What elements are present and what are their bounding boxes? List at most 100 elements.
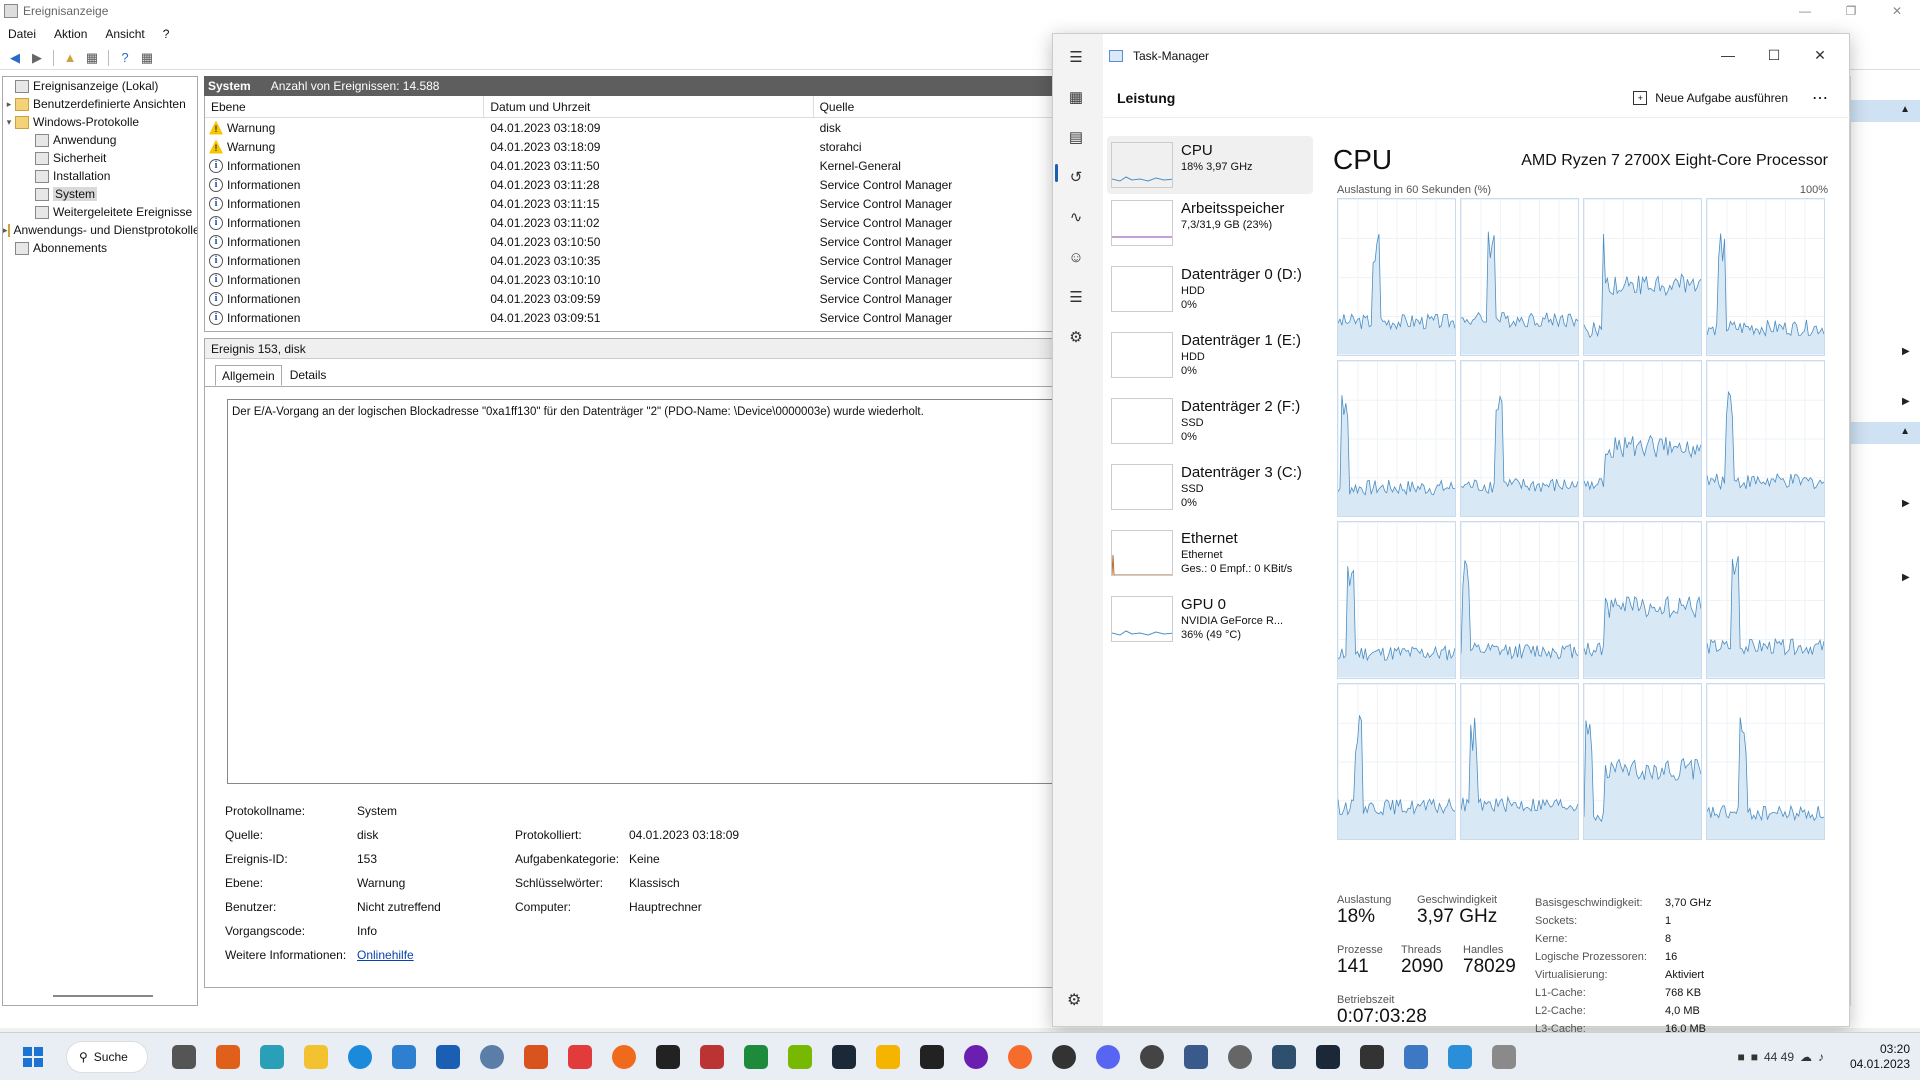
table-row[interactable]: i Informationen 04.01.2023 03:11:15 Service…	[205, 194, 1053, 213]
show-actions-icon[interactable]: ▦	[138, 49, 156, 67]
minimize-icon[interactable]: —	[1782, 0, 1828, 22]
table-row[interactable]: i Informationen 04.01.2023 03:10:50 Service…	[205, 232, 1053, 251]
help-icon[interactable]: ?	[116, 49, 134, 67]
steam-icon[interactable]	[1306, 1035, 1350, 1079]
minimize-icon[interactable]: —	[1705, 40, 1751, 70]
tree-setup[interactable]: Installation	[3, 167, 197, 185]
table-row[interactable]: i Informationen 04.01.2023 03:10:10 Service…	[205, 270, 1053, 289]
app-history-icon[interactable]: ↺	[1065, 166, 1087, 188]
security-shield-icon[interactable]	[426, 1035, 470, 1079]
actions-section-header[interactable]: ▲	[1850, 100, 1920, 122]
horizontal-scrollbar[interactable]	[53, 995, 153, 997]
tab-details[interactable]: Details	[284, 365, 333, 386]
chevron-right-icon[interactable]: ▶	[1902, 572, 1910, 583]
app-icon[interactable]	[1174, 1035, 1218, 1079]
startup-apps-icon[interactable]: ∿	[1065, 206, 1087, 228]
table-row[interactable]: i Informationen 04.01.2023 03:11:50 Kernel-…	[205, 156, 1053, 175]
details-list-icon[interactable]: ☰	[1065, 286, 1087, 308]
hamburger-menu-icon[interactable]: ☰	[1065, 46, 1087, 68]
app-icon[interactable]	[1042, 1035, 1086, 1079]
app-icon[interactable]	[690, 1035, 734, 1079]
col-source[interactable]: Quelle	[814, 96, 1053, 117]
app-icon[interactable]	[1262, 1035, 1306, 1079]
epic-games-icon[interactable]	[910, 1035, 954, 1079]
maximize-icon[interactable]: ☐	[1751, 40, 1797, 70]
chevron-right-icon[interactable]: ▶	[1902, 396, 1910, 407]
table-row[interactable]: ! Warnung 04.01.2023 03:18:09 disk	[205, 118, 1053, 137]
settings-gear-icon[interactable]: ⚙	[1067, 990, 1081, 1010]
app-icon[interactable]	[470, 1035, 514, 1079]
store-icon[interactable]	[382, 1035, 426, 1079]
close-icon[interactable]: ✕	[1797, 40, 1843, 70]
menu-action[interactable]: Aktion	[54, 27, 87, 41]
new-task-button[interactable]: + Neue Aufgabe ausführen	[1633, 90, 1788, 105]
perf-item[interactable]: Datenträger 3 (C:) SSD 0%	[1107, 458, 1313, 524]
close-icon[interactable]: ✕	[1874, 0, 1920, 22]
perf-item[interactable]: Ethernet Ethernet Ges.: 0 Empf.: 0 KBit/s	[1107, 524, 1313, 590]
menu-file[interactable]: Datei	[8, 27, 36, 41]
tree-application[interactable]: Anwendung	[3, 131, 197, 149]
event-viewer-taskbar-icon[interactable]	[1482, 1035, 1526, 1079]
actions-section-header[interactable]: ▲	[1850, 422, 1920, 444]
tray-icon[interactable]: ■	[1737, 1050, 1744, 1064]
table-row[interactable]: i Informationen 04.01.2023 03:11:02 Service…	[205, 213, 1053, 232]
forward-arrow-icon[interactable]: ▶	[28, 49, 46, 67]
col-level[interactable]: Ebene	[205, 96, 485, 117]
discord-icon[interactable]	[1086, 1035, 1130, 1079]
file-explorer-icon[interactable]	[294, 1035, 338, 1079]
show-tree-icon[interactable]: ▦	[83, 49, 101, 67]
tree-security[interactable]: Sicherheit	[3, 149, 197, 167]
app-icon[interactable]	[558, 1035, 602, 1079]
origin-icon[interactable]	[998, 1035, 1042, 1079]
tree-forwarded[interactable]: Weitergeleitete Ereignisse	[3, 203, 197, 221]
app-icon[interactable]	[1218, 1035, 1262, 1079]
table-row[interactable]: ! Warnung 04.01.2023 03:18:09 storahci	[205, 137, 1053, 156]
more-options-icon[interactable]: ⋯	[1812, 88, 1828, 108]
app-icon[interactable]	[514, 1035, 558, 1079]
col-date[interactable]: Datum und Uhrzeit	[484, 96, 814, 117]
app-icon[interactable]	[734, 1035, 778, 1079]
services-icon[interactable]: ⚙	[1065, 326, 1087, 348]
performance-icon[interactable]: ▤	[1065, 126, 1087, 148]
firefox-icon[interactable]	[602, 1035, 646, 1079]
task-view-icon[interactable]	[162, 1035, 206, 1079]
table-row[interactable]: i Informationen 04.01.2023 03:09:51 Service…	[205, 308, 1053, 327]
chevron-right-icon[interactable]: ▶	[1902, 346, 1910, 357]
speaker-icon[interactable]: ♪	[1818, 1050, 1824, 1064]
windows-start-icon[interactable]	[18, 1042, 48, 1072]
tree-windows-logs[interactable]: ▾ Windows-Protokolle	[3, 113, 197, 131]
menu-help[interactable]: ?	[163, 27, 170, 41]
menu-view[interactable]: Ansicht	[105, 27, 144, 41]
app-icon[interactable]	[646, 1035, 690, 1079]
processes-icon[interactable]: ▦	[1065, 86, 1087, 108]
tree-subscriptions[interactable]: Abonnements	[3, 239, 197, 257]
users-icon[interactable]: ☺	[1065, 246, 1087, 268]
edge-browser-icon[interactable]	[338, 1035, 382, 1079]
tree-root[interactable]: Ereignisanzeige (Lokal)	[3, 77, 197, 95]
tree-system[interactable]: System	[3, 185, 197, 203]
chevron-up-icon[interactable]: ▲	[1900, 426, 1910, 437]
perf-item[interactable]: Datenträger 2 (F:) SSD 0%	[1107, 392, 1313, 458]
chevron-down-icon[interactable]: ▾	[3, 117, 15, 128]
steam-icon[interactable]	[822, 1035, 866, 1079]
perf-item[interactable]: Arbeitsspeicher 7,3/31,9 GB (23%)	[1107, 194, 1313, 260]
wifi-icon[interactable]: ☁	[1800, 1050, 1812, 1064]
restore-icon[interactable]: ❐	[1828, 0, 1874, 22]
tab-general[interactable]: Allgemein	[215, 365, 282, 386]
perf-item[interactable]: GPU 0 NVIDIA GeForce R... 36% (49 °C)	[1107, 590, 1313, 656]
task-manager-taskbar-icon[interactable]	[1394, 1035, 1438, 1079]
rockstar-icon[interactable]	[866, 1035, 910, 1079]
online-help-link[interactable]: Onlinehilfe	[357, 948, 515, 962]
app-icon[interactable]	[206, 1035, 250, 1079]
app-icon[interactable]	[954, 1035, 998, 1079]
tree-custom-views[interactable]: ▸ Benutzerdefinierte Ansichten	[3, 95, 197, 113]
chevron-up-icon[interactable]: ▲	[1900, 104, 1910, 115]
table-row[interactable]: i Informationen 04.01.2023 03:09:59 Service…	[205, 289, 1053, 308]
table-row[interactable]: i Informationen 04.01.2023 03:11:28 Service…	[205, 175, 1053, 194]
app-icon[interactable]	[1438, 1035, 1482, 1079]
table-row[interactable]: i Informationen 04.01.2023 03:10:35 Service…	[205, 251, 1053, 270]
taskbar-search[interactable]: ⚲ Suche	[66, 1040, 148, 1073]
tree-app-services[interactable]: ▸ Anwendungs- und Dienstprotokolle	[3, 221, 197, 239]
perf-item[interactable]: Datenträger 0 (D:) HDD 0%	[1107, 260, 1313, 326]
folder-up-icon[interactable]: ▲	[61, 49, 79, 67]
